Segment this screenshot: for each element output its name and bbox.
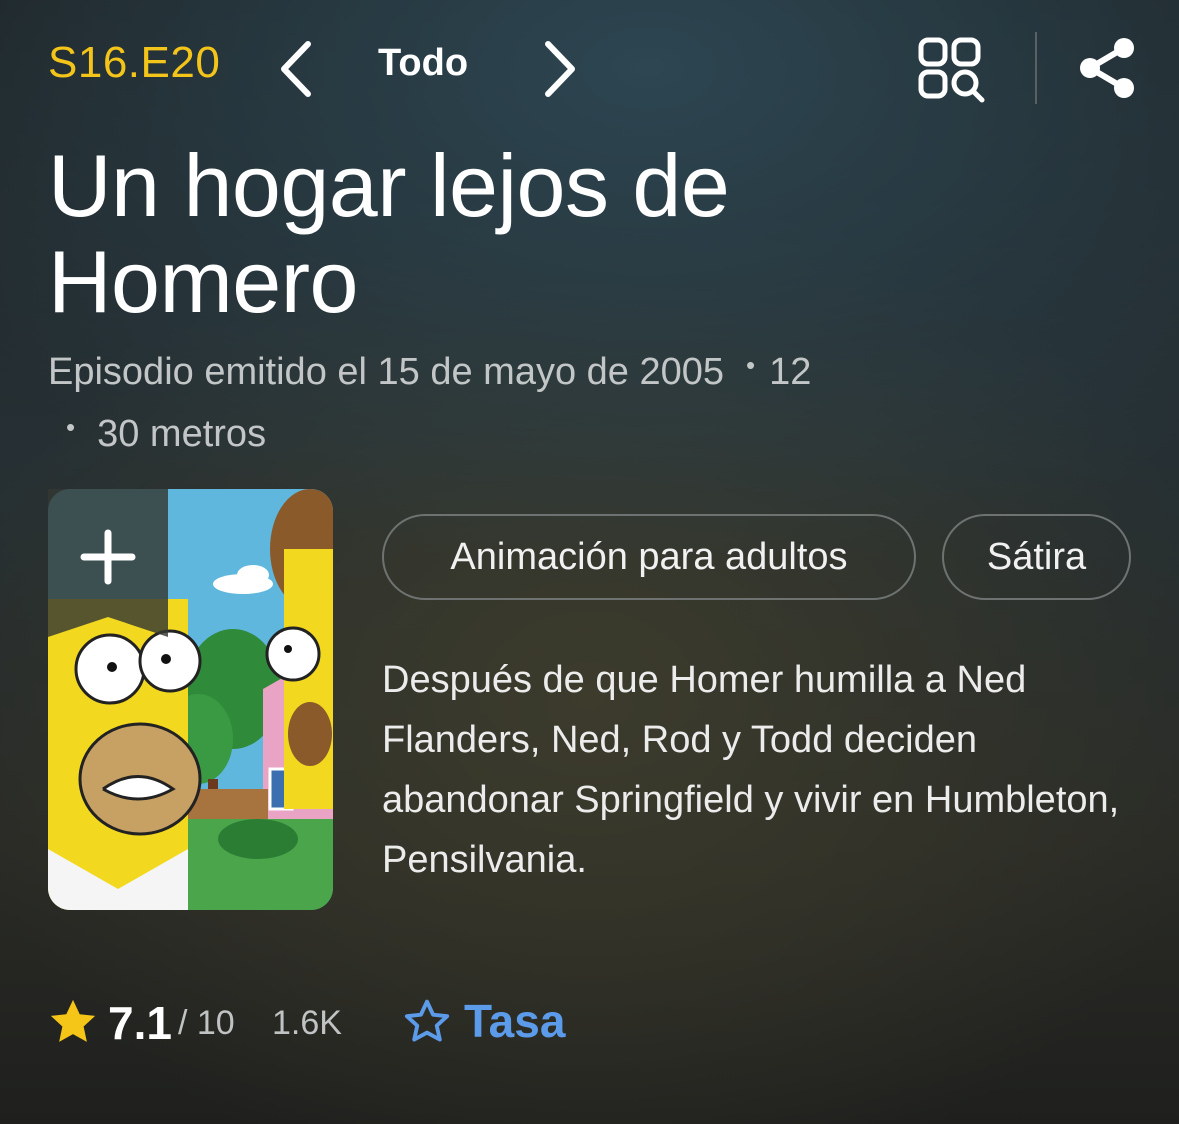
episode-code: S16.E20 — [48, 38, 221, 87]
browse-search-icon — [918, 37, 985, 103]
next-episode-button[interactable] — [532, 36, 588, 102]
air-date: Episodio emitido el 15 de mayo de 2005 — [48, 351, 725, 393]
runtime: 30 metros — [97, 413, 267, 455]
genre-chip-adult-animation[interactable]: Animación para adultos — [382, 514, 916, 600]
separator-dot: • — [746, 350, 756, 380]
rating-count: 1.6K — [272, 1004, 342, 1042]
chevron-left-icon — [281, 41, 311, 97]
rating-max: / 10 — [178, 1004, 235, 1042]
episode-meta-line: Episodio emitido el 15 de mayo de 2005 • 1… — [48, 350, 811, 394]
browse-episodes-button[interactable] — [914, 34, 986, 104]
bookmark-plus-icon — [48, 489, 168, 637]
chevron-right-icon — [545, 41, 575, 97]
share-button[interactable] — [1076, 34, 1140, 102]
rating-value: 7.1 — [108, 997, 172, 1049]
star-outline-icon — [404, 999, 450, 1042]
share-icon — [1080, 38, 1134, 98]
episode-title: Un hogar lejos de Homero — [48, 136, 730, 331]
age-rating: 12 — [769, 351, 812, 393]
add-to-watchlist-ribbon[interactable] — [48, 489, 168, 649]
header-divider — [1035, 32, 1037, 104]
plot-summary: Después de que Homer humilla a Ned Fland… — [382, 659, 1120, 881]
episode-filter-label[interactable]: Todo — [378, 42, 468, 85]
separator-dot: • — [66, 412, 76, 442]
rate-label: Tasa — [464, 995, 566, 1047]
previous-episode-button[interactable] — [270, 36, 326, 102]
rate-button[interactable]: Tasa — [400, 992, 580, 1054]
episode-meta-line-2: • 30 metros — [48, 412, 266, 456]
star-icon — [50, 999, 96, 1042]
genre-chip-satire[interactable]: Sátira — [942, 514, 1131, 600]
